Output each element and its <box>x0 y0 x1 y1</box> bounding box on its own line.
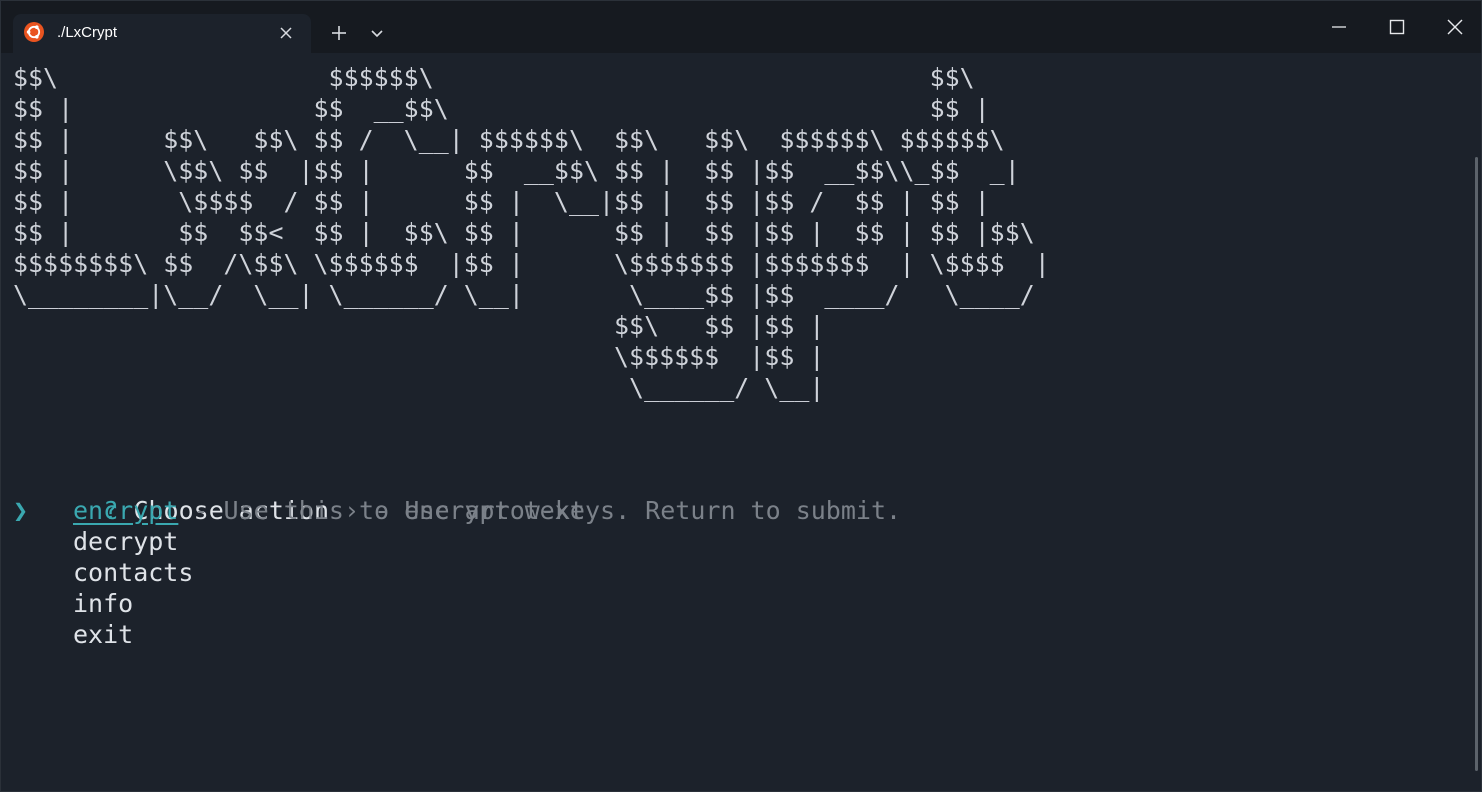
ascii-banner: $$\ $$$$$$\ $$\ $$ | $$ __$$\ $$ | $$ | … <box>13 63 1050 402</box>
pointer-icon: ❯ <box>13 496 29 525</box>
maximize-icon[interactable] <box>1377 9 1417 45</box>
prompt-line: ? Choose action › - Use arrow-keys. Retu… <box>13 464 901 525</box>
close-window-icon[interactable] <box>1435 9 1475 45</box>
tab-lxcrypt[interactable]: ./LxCrypt <box>13 14 311 53</box>
option-label: decrypt <box>73 527 179 556</box>
menu-option-contacts[interactable]: contacts <box>13 557 313 588</box>
menu-option-encrypt[interactable]: ❯ encrypt - Use this to encrypt text <box>13 495 713 526</box>
terminal-output[interactable]: $$\ $$$$$$\ $$\ $$ | $$ __$$\ $$ | $$ | … <box>1 53 1473 791</box>
menu-option-info[interactable]: info <box>13 588 313 619</box>
terminal-window: ./LxCrypt $$\ $$$$$$\ $$\ $$ | $$ __$$\ … <box>0 0 1482 792</box>
menu-option-decrypt[interactable]: decrypt <box>13 526 313 557</box>
option-label: info <box>73 589 134 618</box>
scrollbar[interactable] <box>1475 157 1478 771</box>
tab-title: ./LxCrypt <box>57 24 118 41</box>
plus-icon[interactable] <box>323 17 355 49</box>
title-bar[interactable]: ./LxCrypt <box>1 1 1481 53</box>
close-icon[interactable] <box>275 22 297 44</box>
minimize-icon[interactable] <box>1319 9 1359 45</box>
option-label: exit <box>73 620 134 649</box>
chevron-down-icon[interactable] <box>361 17 393 49</box>
option-description: - Use this to encrypt text <box>178 496 585 525</box>
option-label: encrypt <box>73 496 179 525</box>
option-label: contacts <box>73 558 194 587</box>
menu-option-exit[interactable]: exit <box>13 619 313 650</box>
ubuntu-icon <box>24 22 44 42</box>
